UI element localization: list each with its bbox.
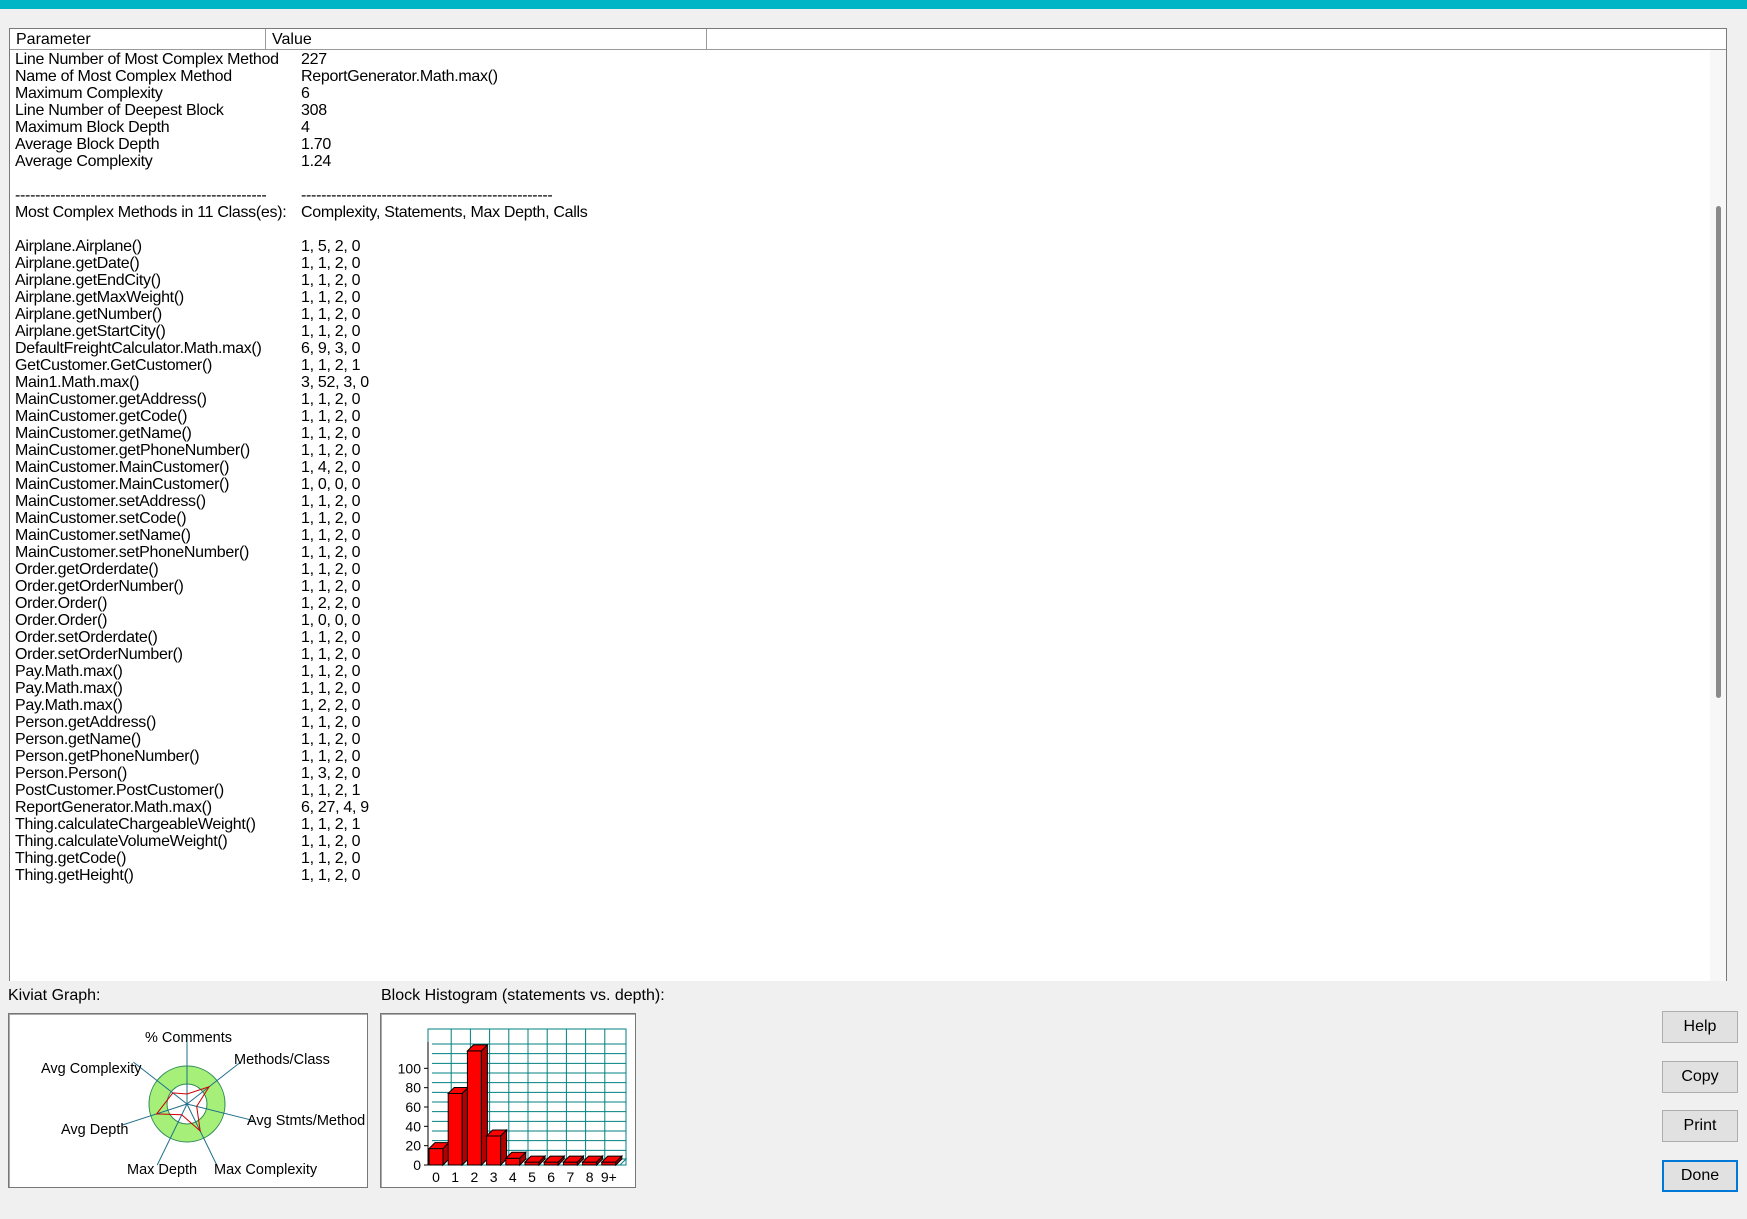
- kiviat-axis-label: Avg Stmts/Method: [247, 1113, 365, 1129]
- column-header-parameter[interactable]: Parameter: [10, 29, 266, 49]
- kiviat-axis-label: Avg Depth: [61, 1122, 128, 1138]
- done-button[interactable]: Done: [1662, 1160, 1738, 1192]
- histogram-x-tick-label: 9+: [601, 1169, 617, 1185]
- vertical-scrollbar[interactable]: [1710, 50, 1726, 981]
- block-histogram-svg: 0204060801000 1 2 3 4 5 6 7 8 9+: [398, 1028, 628, 1185]
- histogram-bar: [428, 1148, 444, 1166]
- list-header: Parameter Value: [10, 29, 1726, 50]
- histogram-x-tick-label: 7: [567, 1169, 575, 1185]
- graph-panel: Kiviat Graph: % Comments Methods/Class A…: [0, 981, 1747, 1219]
- copy-button[interactable]: Copy: [1662, 1061, 1738, 1093]
- kiviat-axis-label: Methods/Class: [234, 1052, 330, 1068]
- histogram-x-tick-label: 2: [471, 1169, 479, 1185]
- help-button[interactable]: Help: [1662, 1011, 1738, 1043]
- histogram-y-tick-label: 80: [405, 1080, 421, 1096]
- kiviat-axis-label: % Comments: [145, 1030, 232, 1046]
- row-parameter: Thing.getHeight(): [15, 867, 134, 884]
- histogram-y-tick-label: 60: [405, 1099, 421, 1115]
- block-histogram-label: Block Histogram (statements vs. depth):: [381, 987, 665, 1004]
- kiviat-graph-label: Kiviat Graph:: [8, 987, 101, 1004]
- column-header-value[interactable]: Value: [266, 29, 707, 49]
- metrics-list-view[interactable]: Parameter Value Line Number of Most Comp…: [9, 28, 1727, 982]
- kiviat-axis-label: Max Complexity: [214, 1162, 318, 1178]
- histogram-bar: [486, 1135, 502, 1166]
- histogram-x-tick-label: 1: [451, 1169, 459, 1185]
- histogram-bar: [466, 1050, 482, 1166]
- block-histogram: 0 20 40 60 80 100 0 1 2 3 4 5 6 7 8 9+: [380, 1013, 636, 1188]
- histogram-bar: [447, 1092, 463, 1166]
- histogram-x-tick-label: 0: [432, 1169, 440, 1185]
- kiviat-axis-label: Avg Complexity: [41, 1061, 142, 1077]
- window-title-bar: [0, 0, 1747, 9]
- scrollbar-thumb[interactable]: [1716, 206, 1721, 698]
- kiviat-graph-svg: % Comments Methods/Class Avg Stmts/Metho…: [41, 1030, 365, 1178]
- histogram-x-tick-label: 3: [490, 1169, 498, 1185]
- table-row[interactable]: Thing.getHeight() 1, 1, 2, 0: [10, 866, 1700, 885]
- kiviat-graph: % Comments Methods/Class Avg Stmts/Metho…: [8, 1013, 368, 1188]
- histogram-x-tick-label: 8: [586, 1169, 594, 1185]
- histogram-x-tick-label: 6: [547, 1169, 555, 1185]
- histogram-y-tick-label: 0: [413, 1157, 421, 1173]
- histogram-x-tick-label: 4: [509, 1169, 517, 1185]
- histogram-bar: [505, 1157, 521, 1166]
- print-button[interactable]: Print: [1662, 1110, 1738, 1142]
- row-value: 1, 1, 2, 0: [301, 867, 361, 884]
- histogram-x-tick-label: 5: [528, 1169, 536, 1185]
- kiviat-axis-label: Max Depth: [127, 1162, 197, 1178]
- histogram-y-tick-label: 100: [398, 1060, 422, 1076]
- histogram-y-tick-label: 40: [405, 1118, 421, 1134]
- histogram-y-tick-label: 20: [405, 1138, 421, 1154]
